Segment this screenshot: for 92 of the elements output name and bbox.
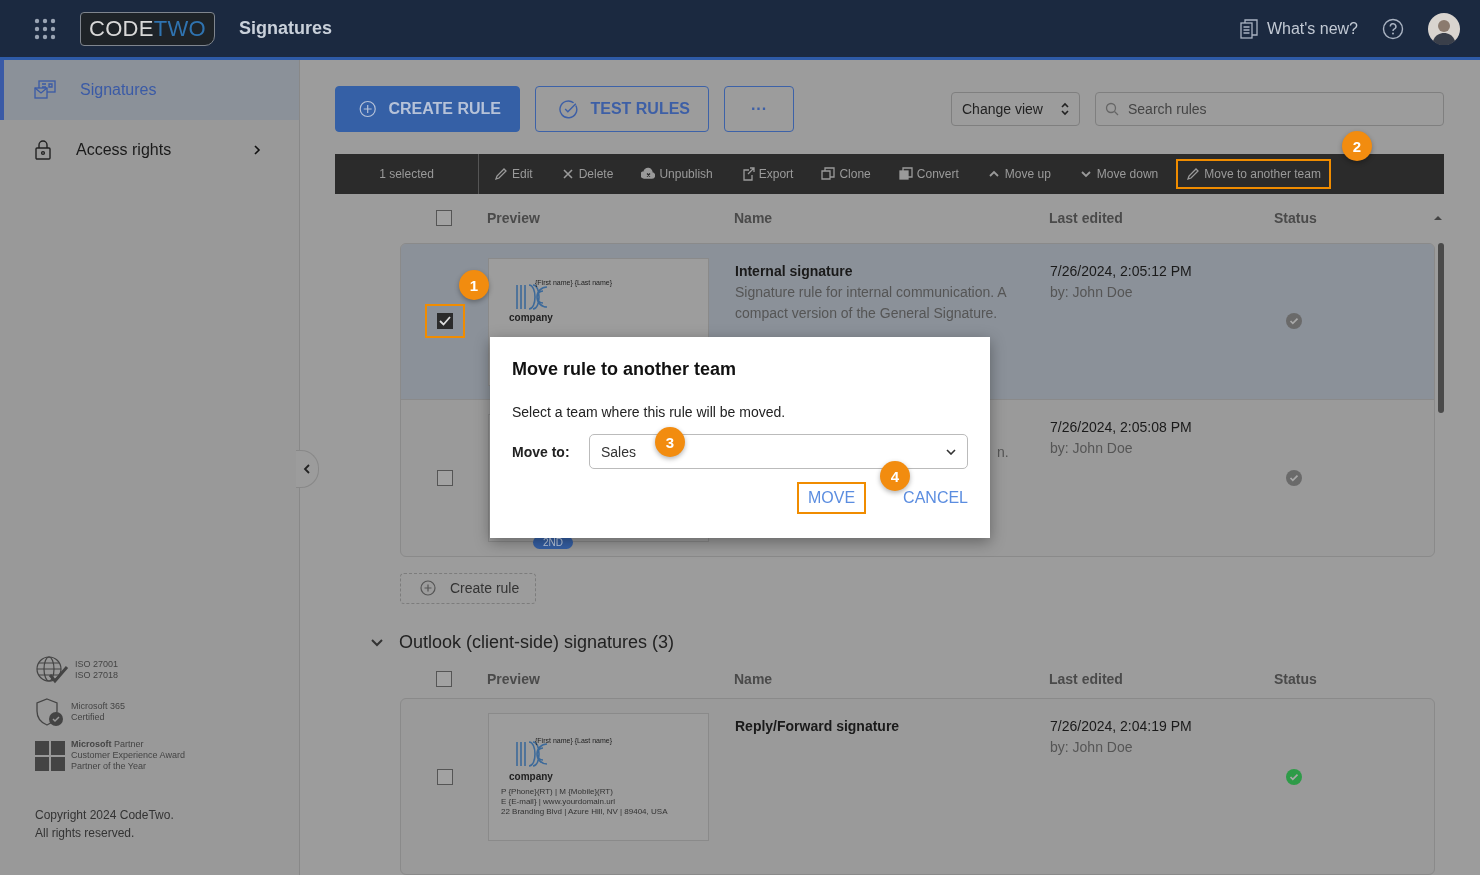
column-header: Last edited — [1049, 670, 1123, 687]
sidebar-item[interactable]: Access rights — [0, 120, 299, 180]
step-marker: 2 — [1342, 131, 1372, 161]
edit-date: 7/26/2024, 2:05:08 PM — [1050, 417, 1192, 437]
certificate-text: ISO 27018 — [75, 670, 119, 681]
edited-by: by: John Doe — [1050, 438, 1133, 458]
rule-name: Reply/Forward signature — [735, 717, 900, 736]
rule-description: Signature rule for internal communication. A compact version of the General Signature. — [735, 282, 1008, 323]
shield-check-icon — [35, 697, 65, 727]
row-checkbox[interactable] — [436, 769, 453, 785]
toolbar-button[interactable]: Export — [730, 159, 804, 189]
globe-check-icon — [35, 655, 69, 685]
toolbar-button[interactable]: Delete — [550, 159, 624, 189]
preview-contact-line: 22 Branding Blvd | Azure Hill, NV | 89404, USA — [501, 807, 668, 817]
pencil-icon — [1186, 167, 1201, 181]
documents-icon — [1239, 18, 1258, 39]
toolbar-button[interactable]: Clone — [811, 159, 881, 189]
plus-circle-icon — [420, 580, 436, 597]
company-logo-drawing — [515, 282, 549, 311]
toolbar-button[interactable]: Convert — [888, 159, 969, 189]
lock-icon — [34, 140, 52, 160]
preview-contact-line: E {E-mail} | www.yourdomain.url — [501, 797, 616, 807]
signature-card-icon — [34, 80, 56, 100]
company-logo-drawing — [515, 740, 549, 768]
certificate-text: Partner of the Year — [71, 761, 148, 772]
copyright-text: Copyright 2024 CodeTwo. — [35, 807, 175, 824]
create-rule-link[interactable]: Create rule — [400, 572, 536, 605]
rule-name: Internal signature — [735, 261, 853, 281]
column-header: Preview — [487, 670, 540, 687]
certificate-text: Microsoft 365 — [71, 701, 126, 712]
select-all-checkbox[interactable] — [435, 210, 452, 227]
chevron-down-icon[interactable] — [371, 636, 383, 649]
column-header: Last edited — [1049, 210, 1123, 227]
edited-by: by: John Doe — [1050, 282, 1133, 302]
row-checkbox[interactable] — [436, 313, 453, 330]
search-field[interactable]: Search rules — [1095, 92, 1444, 126]
move-button[interactable]: MOVE — [796, 482, 867, 514]
preview-company: company — [509, 771, 553, 782]
certificate-text: Microsoft Partner — [71, 739, 145, 750]
collapse-handle[interactable] — [296, 450, 319, 488]
toolbar-button[interactable]: Move down — [1068, 159, 1169, 189]
rule-description: n. — [997, 442, 1009, 462]
search-icon — [1105, 102, 1119, 116]
certificate-text: Customer Experience Award — [71, 750, 185, 761]
user-avatar[interactable] — [1428, 12, 1460, 45]
row-checkbox[interactable] — [436, 469, 453, 486]
cloud-icon — [641, 167, 656, 181]
toolbar-button[interactable]: Unpublish — [631, 159, 723, 189]
column-header: Preview — [487, 210, 540, 227]
windows-logo-icon — [35, 740, 65, 771]
chevron-left-icon — [303, 464, 311, 474]
column-header: Status — [1274, 670, 1317, 687]
edited-by: by: John Doe — [1050, 738, 1133, 757]
certificate-text: ISO 27001 — [75, 659, 119, 670]
create-rule-button[interactable]: CREATE RULE — [335, 86, 520, 132]
close-icon — [560, 167, 575, 181]
plus-circle-icon — [359, 98, 377, 120]
change-view-select[interactable]: Change view — [951, 92, 1080, 126]
whats-new-link[interactable]: What's new? — [1239, 18, 1358, 39]
dialog-text: Select a team where this rule will be moved. — [512, 404, 787, 420]
sort-arrows-icon — [1061, 102, 1069, 116]
column-header: Name — [734, 210, 773, 227]
certificate-text: Certified — [71, 712, 106, 723]
select-all-checkbox[interactable] — [435, 670, 452, 687]
app-title: Signatures — [239, 18, 332, 39]
check-icon — [438, 316, 451, 327]
logo: CODETWO — [80, 11, 215, 46]
copy-icon — [898, 167, 913, 181]
edit-date: 7/26/2024, 2:05:12 PM — [1050, 261, 1192, 281]
preview-company: company — [509, 311, 553, 323]
toolbar-button[interactable]: Edit — [484, 159, 543, 189]
scrollbar-thumb[interactable] — [1438, 242, 1444, 413]
help-icon[interactable] — [1382, 17, 1404, 40]
chevron-down-icon — [946, 448, 956, 455]
check-circle-icon — [559, 98, 579, 120]
dialog-title: Move rule to another team — [512, 359, 738, 380]
app-launcher-icon[interactable] — [34, 17, 56, 40]
copyright-text: All rights reserved. — [35, 825, 136, 842]
edit-date: 7/26/2024, 2:04:19 PM — [1050, 717, 1192, 736]
section-title: Outlook (client-side) signatures (3) — [399, 632, 675, 654]
field-label: Move to: — [512, 443, 571, 460]
toolbar-button[interactable]: Move to another team — [1176, 159, 1331, 189]
scroll-up-icon[interactable] — [1434, 215, 1442, 220]
pencil-icon — [494, 167, 508, 181]
toolbar-button[interactable]: Move up — [976, 159, 1061, 189]
chevron-right-icon — [253, 145, 261, 155]
preview-contact-line: P {Phone}(RT) | M {Mobile}(RT) — [501, 787, 613, 797]
column-header: Name — [734, 670, 773, 687]
selection-count: 1 selected — [335, 154, 479, 194]
export-icon — [740, 167, 755, 181]
copy-icon — [821, 167, 836, 181]
column-header: Status — [1274, 210, 1317, 227]
